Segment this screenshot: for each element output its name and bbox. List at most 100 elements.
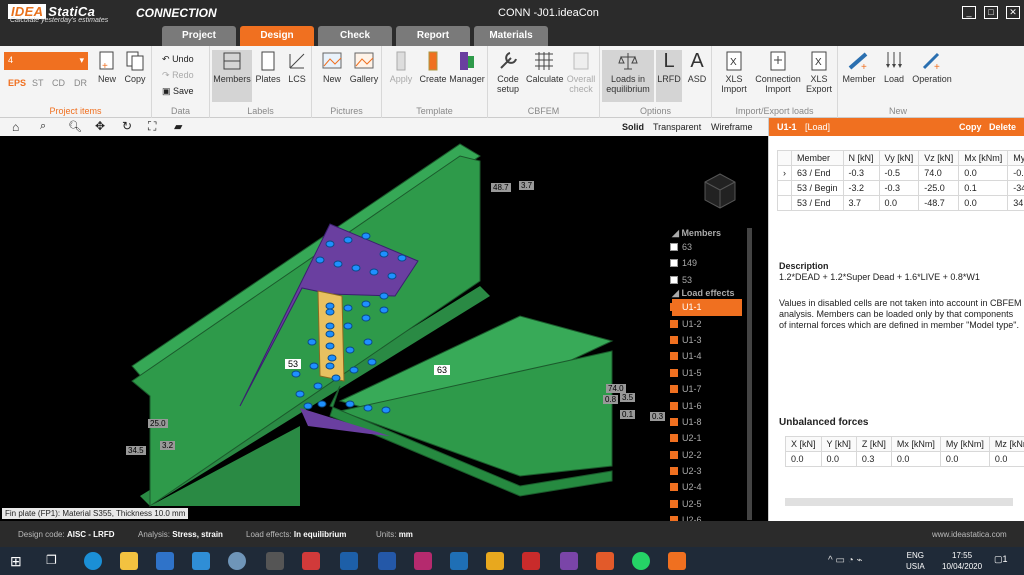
- windows-start-icon[interactable]: ⊞: [10, 553, 22, 570]
- member-label-63[interactable]: 63: [434, 365, 451, 375]
- language-indicator[interactable]: ENG USIA: [906, 550, 925, 572]
- checkbox[interactable]: [670, 467, 678, 476]
- home-view-icon[interactable]: ⌂: [12, 120, 19, 134]
- app-icon[interactable]: [302, 552, 320, 570]
- tab-check[interactable]: Check: [318, 26, 392, 46]
- bolt[interactable]: [317, 400, 327, 408]
- tab-materials[interactable]: Materials: [474, 26, 548, 46]
- bolt[interactable]: [325, 308, 335, 316]
- members-heading[interactable]: ◢ Members: [672, 228, 752, 239]
- template-manager-button[interactable]: Manager: [448, 50, 486, 84]
- bolt[interactable]: [369, 268, 379, 276]
- connection-import-button[interactable]: Connection Import: [754, 50, 802, 94]
- lcs-label-button[interactable]: LCS: [284, 50, 310, 84]
- table-cell[interactable]: 63 / End: [791, 165, 844, 181]
- minimize-icon[interactable]: _: [962, 6, 976, 19]
- bolt[interactable]: [363, 404, 373, 412]
- view-mode-transparent[interactable]: Transparent: [653, 122, 701, 132]
- zoom-extents-icon[interactable]: ⛶: [148, 119, 156, 134]
- app-icon[interactable]: [378, 552, 396, 570]
- bolt[interactable]: [325, 322, 335, 330]
- bolt[interactable]: [343, 236, 353, 244]
- checkbox[interactable]: [670, 499, 678, 508]
- gallery-button[interactable]: Gallery: [348, 50, 380, 84]
- xls-import-button[interactable]: X XLS Import: [716, 50, 752, 94]
- pan-icon[interactable]: ✥: [95, 119, 105, 133]
- calculate-button[interactable]: Calculate: [526, 50, 564, 84]
- tab-design[interactable]: Design: [240, 26, 314, 46]
- member-tree-item[interactable]: 149: [670, 255, 752, 271]
- connection-model[interactable]: [0, 136, 768, 521]
- loads-in-equilibrium-toggle[interactable]: Loads in equilibrium: [602, 50, 654, 102]
- bolt[interactable]: [295, 390, 305, 398]
- load-effect-item[interactable]: U2-3: [670, 463, 752, 479]
- bolt[interactable]: [343, 304, 353, 312]
- eraser-icon[interactable]: ▰: [174, 120, 182, 133]
- notification-icon[interactable]: ▢1: [994, 554, 1008, 565]
- app-icon[interactable]: [486, 552, 504, 570]
- bolt[interactable]: [309, 362, 319, 370]
- app-icon[interactable]: [522, 552, 540, 570]
- checkbox[interactable]: [670, 401, 678, 410]
- bolt[interactable]: [331, 374, 341, 382]
- load-effect-item[interactable]: U2-5: [670, 496, 752, 512]
- bolt[interactable]: [345, 346, 355, 354]
- table-cell[interactable]: -0.3: [878, 180, 920, 196]
- app-icon[interactable]: [340, 552, 358, 570]
- load-effect-item[interactable]: U1-5: [670, 365, 752, 381]
- store-icon[interactable]: [156, 552, 174, 570]
- calculator-icon[interactable]: [266, 552, 284, 570]
- table-cell[interactable]: 0.1: [958, 180, 1009, 196]
- mail-icon[interactable]: [192, 552, 210, 570]
- load-effect-item[interactable]: U1-6: [670, 398, 752, 414]
- save-button[interactable]: ▣ Save: [162, 86, 194, 97]
- checkbox[interactable]: [670, 385, 678, 394]
- table-cell[interactable]: -3.2: [842, 180, 880, 196]
- zoom-icon[interactable]: 🔍︎: [68, 120, 82, 133]
- members-label-button[interactable]: Members: [212, 50, 252, 102]
- checkbox[interactable]: [670, 243, 678, 251]
- panel-hscrollbar[interactable]: [785, 498, 1013, 506]
- bolt[interactable]: [325, 362, 335, 370]
- load-effect-item[interactable]: U1-2: [670, 316, 752, 332]
- create-template-button[interactable]: Create: [418, 50, 448, 84]
- load-effect-item[interactable]: U1-3: [670, 332, 752, 348]
- undo-button[interactable]: ↶ Undo: [162, 54, 194, 65]
- bolt[interactable]: [303, 402, 313, 410]
- bolt[interactable]: [379, 306, 389, 314]
- bolt[interactable]: [325, 302, 335, 310]
- xls-export-button[interactable]: X XLS Export: [802, 50, 836, 94]
- load-effect-item[interactable]: U2-1: [670, 430, 752, 446]
- bolt[interactable]: [361, 300, 371, 308]
- new-load-button[interactable]: Load: [880, 50, 908, 84]
- view-cube-icon[interactable]: [690, 162, 750, 212]
- table-cell[interactable]: -25.0: [918, 180, 960, 196]
- new-operation-button[interactable]: + Operation: [910, 50, 954, 84]
- table-cell[interactable]: -48.7: [918, 195, 960, 211]
- asd-toggle[interactable]: A ASD: [684, 50, 710, 84]
- checkbox[interactable]: [670, 275, 678, 284]
- table-cell[interactable]: 53 / End: [791, 195, 844, 211]
- lrfd-toggle[interactable]: L LRFD: [656, 50, 682, 102]
- app-icon[interactable]: [414, 552, 432, 570]
- bolt[interactable]: [387, 272, 397, 280]
- code-setup-button[interactable]: Code setup: [492, 50, 524, 94]
- checkbox[interactable]: [670, 450, 678, 459]
- table-cell[interactable]: 3.7: [842, 195, 880, 211]
- explorer-icon[interactable]: [120, 552, 138, 570]
- table-row[interactable]: 53 / Begin-3.2-0.3-25.00.1-34.50.7: [777, 180, 1024, 196]
- tab-project[interactable]: Project: [162, 26, 236, 46]
- checkbox[interactable]: [670, 303, 678, 312]
- idea-statica-icon[interactable]: [668, 552, 686, 570]
- bolt[interactable]: [325, 342, 335, 350]
- member-tree-item[interactable]: 53: [670, 272, 752, 288]
- bolt[interactable]: [313, 382, 323, 390]
- bolt[interactable]: [307, 338, 317, 346]
- app-icon[interactable]: [228, 552, 246, 570]
- new-picture-button[interactable]: New: [318, 50, 346, 84]
- type-dr[interactable]: DR: [74, 78, 87, 88]
- load-effect-item[interactable]: U1-8: [670, 414, 752, 430]
- apply-template-button[interactable]: Apply: [386, 50, 416, 84]
- project-item-select[interactable]: 4 ▾: [4, 52, 88, 70]
- bolt[interactable]: [379, 292, 389, 300]
